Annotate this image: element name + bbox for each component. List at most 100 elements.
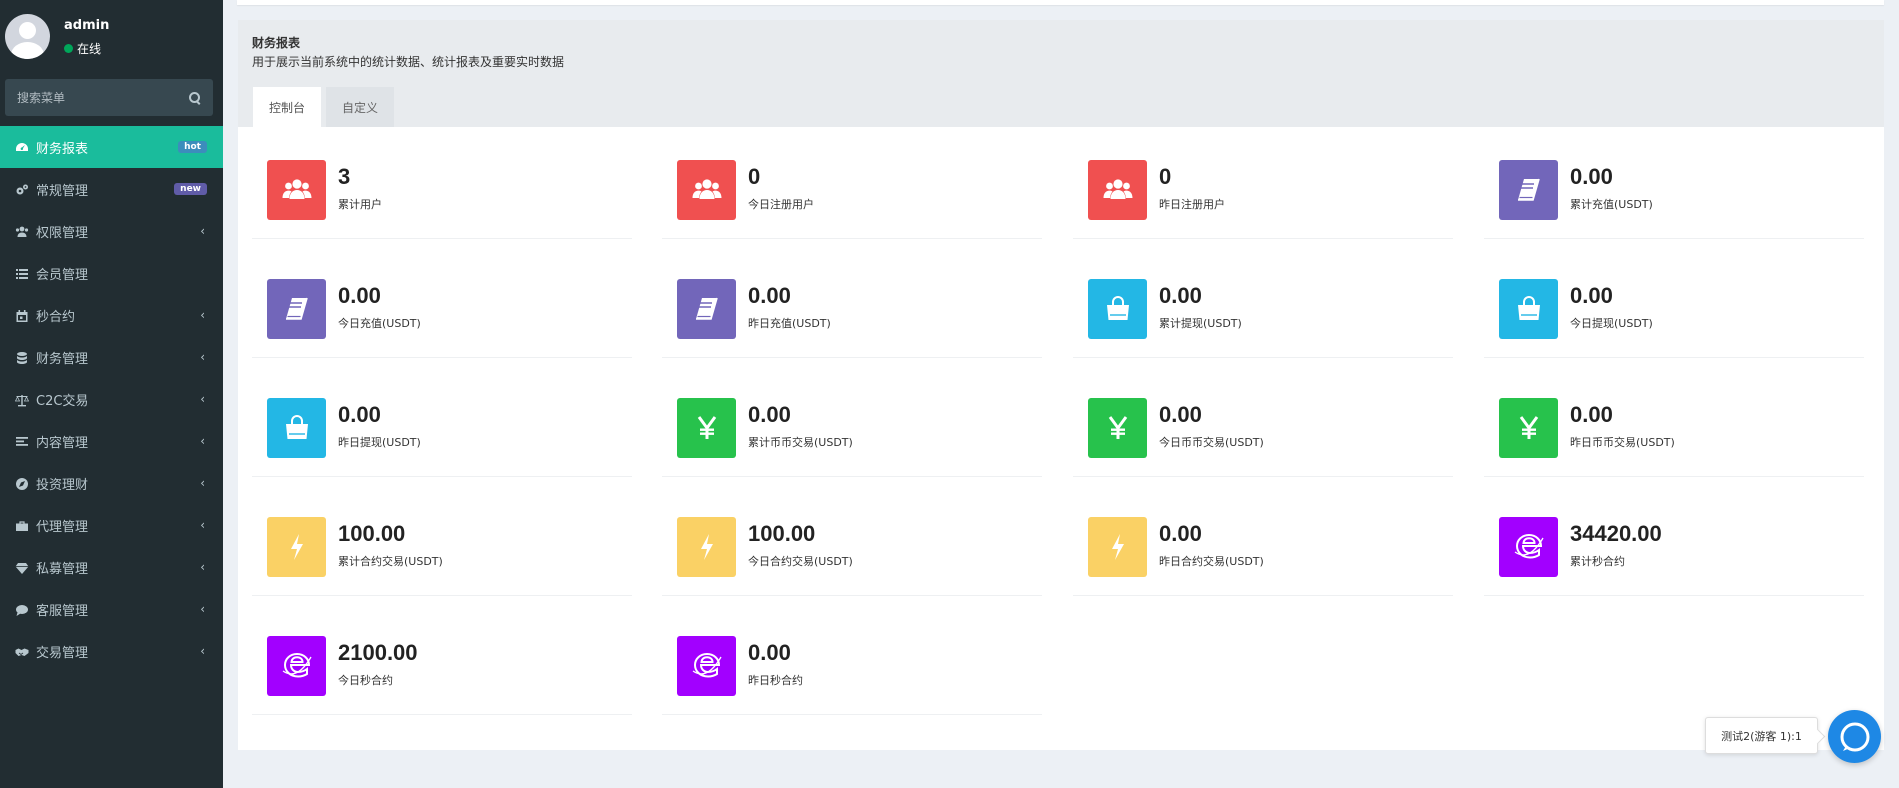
cogs-icon [15,183,29,195]
stat-label: 昨日秒合约 [748,674,803,687]
stat-value: 0.00 [748,640,791,665]
top-bar [237,0,1884,5]
chat-message-bubble[interactable]: 测试2(游客 1):1 [1705,717,1818,754]
stat-card: 0.00 累计提现(USDT) [1073,265,1453,358]
sidebar-item-10[interactable]: 私募管理 ‹ [0,546,223,588]
sidebar-item-4[interactable]: 秒合约 ‹ [0,294,223,336]
sidebar-item-label: 交易管理 [36,645,89,661]
stat-label: 昨日充值(USDT) [748,317,831,330]
sidebar-menu: 财务报表 hot 常规管理 new 权限管理 ‹ 会员管理 秒合约 ‹ 财务管理 ‹ C2C交易 ‹ 内容… [0,126,223,672]
users-icon [677,160,736,220]
stat-value: 0.00 [748,283,791,308]
stat-value: 100.00 [748,521,816,546]
panel-tabs: 控制台 自定义 [253,87,399,127]
chat-button[interactable] [1828,710,1881,763]
shopping-bag-icon [1499,279,1558,339]
stat-label: 今日合约交易(USDT) [748,555,853,568]
new-badge: new [174,183,207,195]
sidebar-item-label: 私募管理 [36,561,89,577]
chevron-left-icon: ‹ [200,644,205,658]
dashboard-icon [15,141,29,153]
chevron-left-icon: ‹ [200,518,205,532]
edge-icon [1499,517,1558,577]
online-status-dot-icon [64,44,73,53]
stat-card: 0.00 累计充值(USDT) [1484,146,1864,239]
users-icon [267,160,326,220]
stat-card: 0.00 昨日秒合约 [662,622,1042,715]
stat-card: 100.00 今日合约交易(USDT) [662,503,1042,596]
stat-card: 0.00 今日充值(USDT) [252,265,632,358]
sidebar-search [5,79,213,116]
sidebar-item-8[interactable]: 投资理财 ‹ [0,462,223,504]
stat-label: 累计合约交易(USDT) [338,555,443,568]
stat-label: 昨日币币交易(USDT) [1570,436,1675,449]
tab-console[interactable]: 控制台 [253,87,322,127]
stat-value: 0.00 [748,402,791,427]
users-icon [1088,160,1147,220]
sidebar-item-1[interactable]: 常规管理 new [0,168,223,210]
sidebar-item-0[interactable]: 财务报表 hot [0,126,223,168]
search-input[interactable] [17,90,189,105]
database-icon [15,351,29,364]
stat-value: 0.00 [1159,402,1202,427]
stat-value: 0.00 [338,283,381,308]
sidebar-item-12[interactable]: 交易管理 ‹ [0,630,223,672]
sidebar-item-label: 财务管理 [36,351,89,367]
stat-label: 昨日注册用户 [1159,198,1225,211]
balance-scale-icon [14,393,30,407]
chevron-left-icon: ‹ [200,560,205,574]
stat-label: 今日秒合约 [338,674,393,687]
sidebar-item-3[interactable]: 会员管理 [0,252,223,294]
stat-card: 0.00 今日提现(USDT) [1484,265,1864,358]
comment-icon [15,603,29,616]
sidebar-item-9[interactable]: 代理管理 ‹ [0,504,223,546]
stat-label: 今日提现(USDT) [1570,317,1653,330]
sidebar-item-7[interactable]: 内容管理 ‹ [0,420,223,462]
compass-icon [15,477,29,490]
stat-card: 0.00 昨日币币交易(USDT) [1484,384,1864,477]
sidebar-item-label: 秒合约 [36,309,76,325]
stat-card: 0 今日注册用户 [662,146,1042,239]
handshake-icon [15,645,29,657]
stat-value: 0.00 [338,402,381,427]
stat-label: 今日充值(USDT) [338,317,421,330]
sidebar-item-5[interactable]: 财务管理 ‹ [0,336,223,378]
stat-label: 累计提现(USDT) [1159,317,1242,330]
yen-icon [1499,398,1558,458]
book-icon [1499,160,1558,220]
bolt-icon [1088,517,1147,577]
stat-value: 0.00 [1570,164,1613,189]
bolt-icon [677,517,736,577]
sidebar-item-6[interactable]: C2C交易 ‹ [0,378,223,420]
sidebar-item-label: 客服管理 [36,603,89,619]
sidebar-item-label: 内容管理 [36,435,89,451]
stat-label: 昨日提现(USDT) [338,436,421,449]
tab-custom[interactable]: 自定义 [326,87,395,127]
stat-value: 0.00 [1159,283,1202,308]
chevron-left-icon: ‹ [200,308,205,322]
stat-value: 34420.00 [1570,521,1662,546]
stat-card: 34420.00 累计秒合约 [1484,503,1864,596]
stat-value: 2100.00 [338,640,418,665]
stat-value: 0 [1159,164,1172,189]
stat-label: 累计用户 [338,198,382,211]
stat-value: 0.00 [1570,283,1613,308]
stat-value: 0.00 [1159,521,1202,546]
stat-label: 累计秒合约 [1570,555,1625,568]
stat-value: 0 [748,164,761,189]
chevron-left-icon: ‹ [200,476,205,490]
stat-card: 0.00 累计币币交易(USDT) [662,384,1042,477]
sidebar-item-2[interactable]: 权限管理 ‹ [0,210,223,252]
avatar[interactable] [5,14,50,59]
stat-card: 0.00 昨日合约交易(USDT) [1073,503,1453,596]
briefcase-icon [15,519,29,531]
stat-label: 今日币币交易(USDT) [1159,436,1264,449]
shopping-bag-icon [267,398,326,458]
book-icon [677,279,736,339]
list-icon [15,267,29,279]
user-status: 在线 [64,40,101,57]
sidebar-item-11[interactable]: 客服管理 ‹ [0,588,223,630]
chevron-left-icon: ‹ [200,350,205,364]
stat-card: 0.00 昨日提现(USDT) [252,384,632,477]
search-icon[interactable] [189,91,201,104]
